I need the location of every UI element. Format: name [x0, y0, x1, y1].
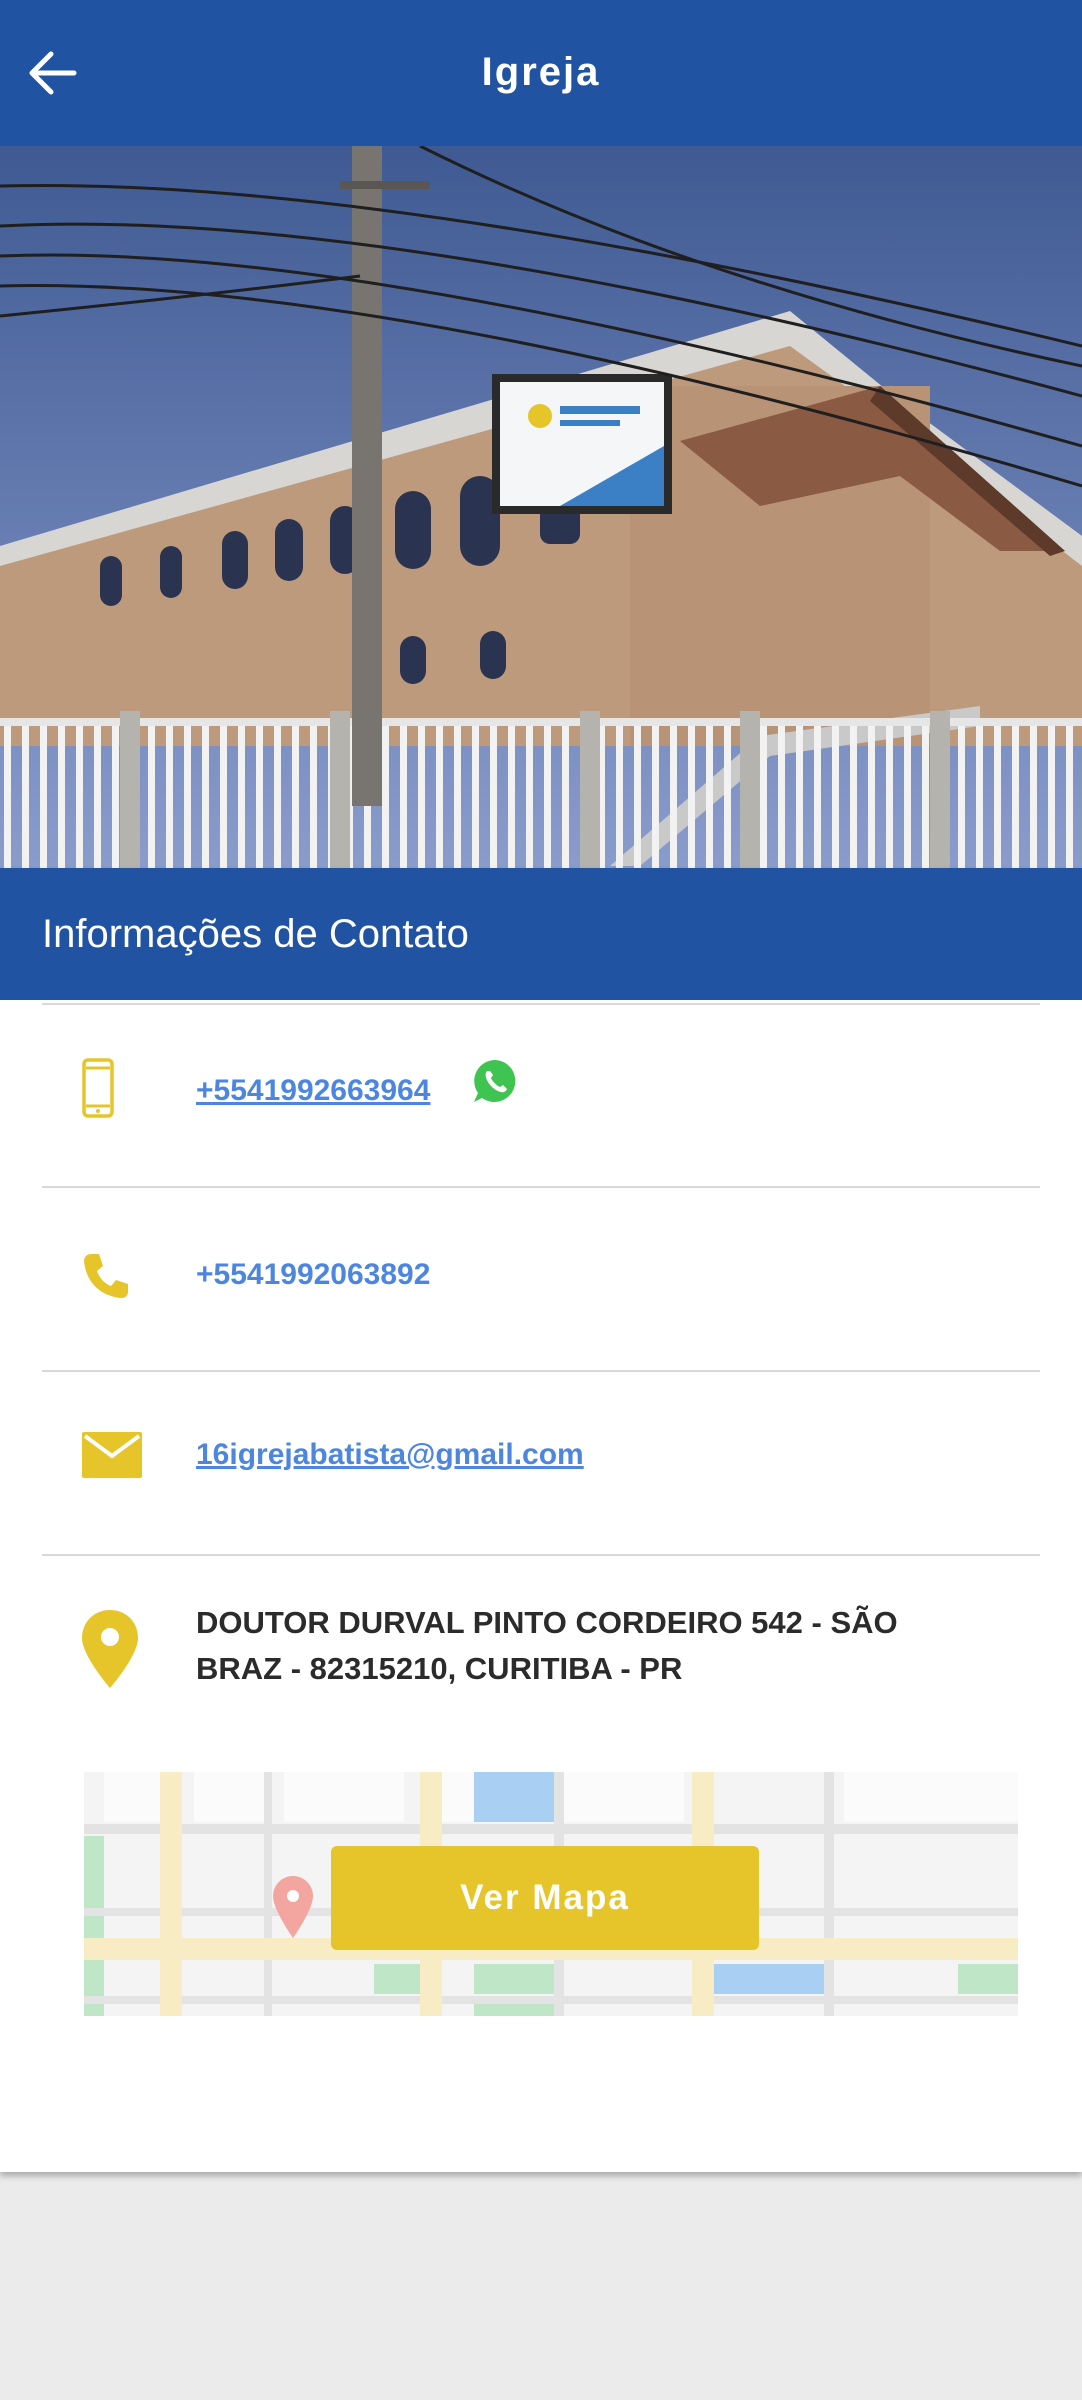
section-title: Informações de Contato	[42, 912, 469, 956]
divider	[42, 1554, 1040, 1556]
section-header: Informações de Contato	[0, 868, 1082, 1000]
phone-icon	[84, 1254, 128, 1298]
mobile-row: +5541992663964	[0, 1004, 1082, 1188]
smartphone-icon	[82, 1058, 114, 1118]
map-pin-icon	[82, 1610, 138, 1688]
mobile-number-link[interactable]: +5541992663964	[196, 1074, 430, 1108]
view-map-button[interactable]: Ver Mapa	[331, 1846, 759, 1950]
email-row: 16igrejabatista@gmail.com	[0, 1372, 1082, 1554]
page-title: Igreja	[481, 50, 601, 94]
email-link[interactable]: 16igrejabatista@gmail.com	[196, 1438, 584, 1472]
contact-card: Informações de Contato +5541992663964 +5…	[0, 868, 1082, 2172]
church-photo	[0, 146, 1082, 868]
envelope-icon	[82, 1432, 142, 1478]
app-bar: Igreja	[0, 0, 1082, 146]
phone-number-link[interactable]: +5541992063892	[196, 1258, 430, 1292]
address-text: DOUTOR DURVAL PINTO CORDEIRO 542 - SÃO B…	[196, 1605, 898, 1686]
whatsapp-icon[interactable]	[472, 1058, 518, 1104]
phone-row: +5541992063892	[0, 1188, 1082, 1370]
